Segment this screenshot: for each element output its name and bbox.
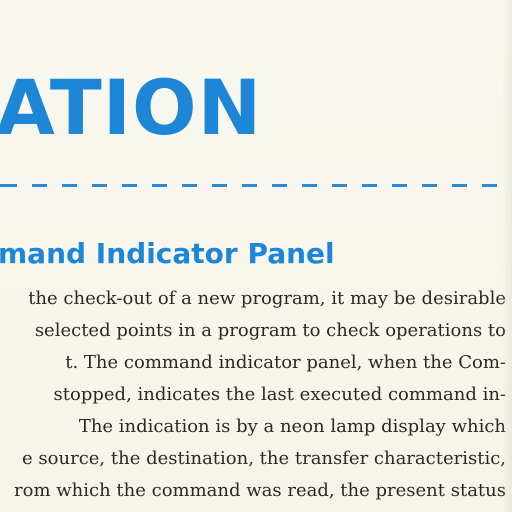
body-text-line: t. The command indicator panel, when the… xyxy=(65,352,506,373)
section-heading: mand Indicator Panel xyxy=(0,237,335,270)
body-text-line: selected points in a program to check op… xyxy=(34,320,506,341)
page-title: ATION xyxy=(0,63,263,152)
body-text-line: rom which the command was read, the pres… xyxy=(14,480,506,501)
dashed-divider xyxy=(0,184,512,187)
page-edge-shading xyxy=(502,0,512,512)
body-text-line: The indication is by a neon lamp display… xyxy=(78,416,506,437)
document-page: ATION mand Indicator Panel the check-out… xyxy=(0,0,512,512)
body-text-line: e source, the destination, the transfer … xyxy=(22,448,506,469)
body-text-line: stopped, indicates the last executed com… xyxy=(53,384,506,405)
body-text-line: the check-out of a new program, it may b… xyxy=(28,288,506,309)
